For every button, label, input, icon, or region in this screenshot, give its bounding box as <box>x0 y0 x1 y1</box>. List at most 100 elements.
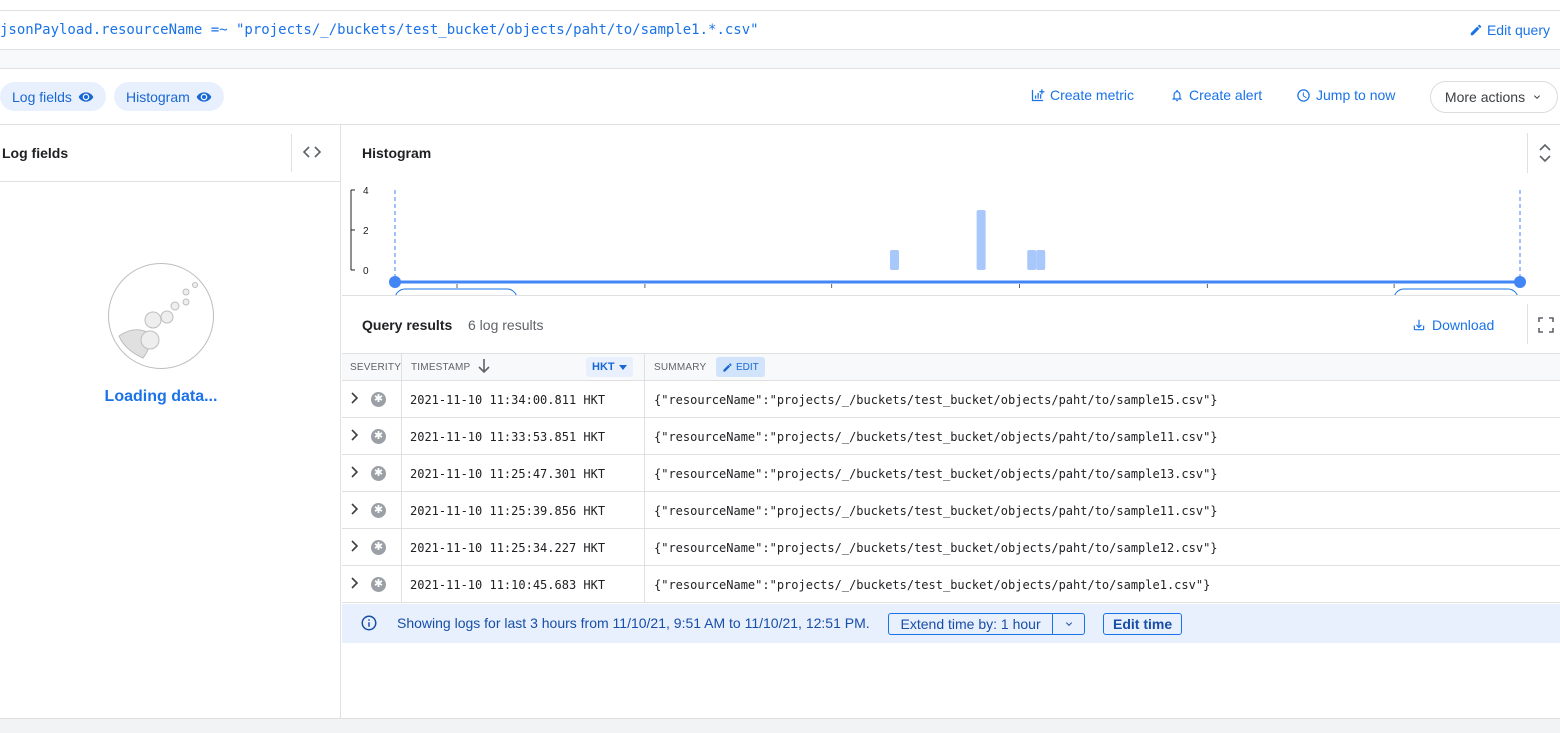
bell-icon <box>1172 89 1182 101</box>
collapse-panel-icon[interactable] <box>302 145 322 162</box>
eye-icon <box>78 91 94 102</box>
table-row[interactable]: ✱ 2021-11-10 11:10:45.683 HKT {"resource… <box>342 566 1560 603</box>
extend-time-dropdown[interactable] <box>1053 614 1084 634</box>
range-start-handle[interactable] <box>389 276 401 288</box>
row-summary: {"resourceName":"projects/_/buckets/test… <box>654 541 1218 555</box>
log-fields-chip[interactable]: Log fields <box>0 82 106 111</box>
extend-time-label[interactable]: Extend time by: 1 hour <box>889 614 1054 634</box>
row-summary: {"resourceName":"projects/_/buckets/test… <box>654 504 1218 518</box>
row-timestamp: 2021-11-10 11:25:39.856 HKT <box>410 504 606 518</box>
divider <box>1527 133 1528 173</box>
results-count: 6 log results <box>468 317 544 333</box>
expand-collapse-icon[interactable] <box>1538 142 1552 169</box>
edit-summary-button[interactable]: EDIT <box>716 357 765 377</box>
histogram-bar <box>976 210 986 270</box>
severity-default-icon: ✱ <box>371 392 386 407</box>
download-icon <box>1413 319 1425 331</box>
caret-down-icon <box>618 364 627 370</box>
edit-query-label: Edit query <box>1486 22 1550 38</box>
timezone-label: HKT <box>592 361 615 373</box>
create-metric-button[interactable]: Create metric <box>1030 87 1134 103</box>
metric-icon <box>1031 88 1045 101</box>
severity-default-icon: ✱ <box>371 503 386 518</box>
row-timestamp: 2021-11-10 11:10:45.683 HKT <box>410 578 606 592</box>
y-tick-label: 4 <box>363 186 369 197</box>
y-tick-label: 2 <box>363 226 369 237</box>
sort-descending-icon[interactable] <box>477 358 491 374</box>
extend-time-button[interactable]: Extend time by: 1 hour <box>888 613 1085 635</box>
histogram-svg[interactable]: 4 2 0 <box>342 182 1560 296</box>
divider <box>1527 304 1528 344</box>
table-row[interactable]: ✱ 2021-11-10 11:25:47.301 HKT {"resource… <box>342 455 1560 492</box>
histogram-title: Histogram <box>362 145 432 161</box>
download-label: Download <box>1432 317 1495 333</box>
severity-default-icon: ✱ <box>371 466 386 481</box>
query-resize-gutter[interactable] <box>0 50 1560 69</box>
query-text[interactable]: jsonPayload.resourceName =~ "projects/_/… <box>0 22 759 38</box>
table-row[interactable]: ✱ 2021-11-10 11:25:34.227 HKT {"resource… <box>342 529 1560 566</box>
y-tick-label: 0 <box>363 266 369 277</box>
column-divider <box>401 418 402 454</box>
more-actions-label: More actions <box>1444 89 1526 105</box>
severity-column-header[interactable]: SEVERITY <box>350 362 401 373</box>
histogram-chip[interactable]: Histogram <box>114 82 224 111</box>
clock-icon <box>1297 88 1310 102</box>
histogram-chart[interactable]: 4 2 0 <box>342 182 1560 296</box>
row-summary: {"resourceName":"projects/_/buckets/test… <box>654 467 1218 481</box>
table-row[interactable]: ✱ 2021-11-10 11:25:39.856 HKT {"resource… <box>342 492 1560 529</box>
column-divider[interactable] <box>644 354 645 381</box>
bottom-bar <box>0 718 1560 733</box>
create-alert-label: Create alert <box>1189 87 1263 103</box>
chevron-right-icon[interactable] <box>350 539 360 553</box>
time-range-text: Showing logs for last 3 hours from 11/10… <box>397 615 870 631</box>
log-fields-title: Log fields <box>2 145 69 161</box>
column-divider <box>401 566 402 602</box>
histogram-bar <box>1036 250 1046 270</box>
column-divider[interactable] <box>401 354 402 381</box>
more-actions-button[interactable]: More actions <box>1430 81 1558 113</box>
row-summary: {"resourceName":"projects/_/buckets/test… <box>654 430 1218 444</box>
row-timestamp: 2021-11-10 11:25:34.227 HKT <box>410 541 606 555</box>
table-row[interactable]: ✱ 2021-11-10 11:34:00.811 HKT {"resource… <box>342 381 1560 418</box>
histogram-bar <box>1027 250 1037 270</box>
timezone-selector[interactable]: HKT <box>586 357 633 377</box>
table-row[interactable]: ✱ 2021-11-10 11:33:53.851 HKT {"resource… <box>342 418 1560 455</box>
edit-summary-label: EDIT <box>736 361 759 373</box>
log-fields-panel: Log fields Loading data... <box>0 125 341 718</box>
pencil-icon <box>1470 24 1482 36</box>
chip-label: Histogram <box>126 88 190 105</box>
fullscreen-icon[interactable] <box>1538 317 1554 338</box>
chevron-right-icon[interactable] <box>350 502 360 516</box>
column-divider <box>401 492 402 528</box>
loading-label: Loading data... <box>104 388 218 405</box>
severity-default-icon: ✱ <box>371 577 386 592</box>
row-timestamp: 2021-11-10 11:34:00.811 HKT <box>410 393 606 407</box>
chevron-right-icon[interactable] <box>350 428 360 442</box>
chevron-right-icon[interactable] <box>350 465 360 479</box>
create-alert-button[interactable]: Create alert <box>1170 87 1262 103</box>
edit-time-button[interactable]: Edit time <box>1103 613 1183 635</box>
pencil-icon <box>723 362 732 372</box>
column-divider <box>401 529 402 565</box>
column-divider <box>401 381 402 417</box>
column-divider <box>644 381 645 417</box>
column-divider <box>644 455 645 491</box>
edit-query-button[interactable]: Edit query <box>1469 22 1550 38</box>
loading-illustration-icon <box>108 263 214 369</box>
column-divider <box>644 529 645 565</box>
column-divider <box>644 418 645 454</box>
chevron-right-icon[interactable] <box>350 576 360 590</box>
summary-column-header[interactable]: SUMMARY <box>654 362 706 373</box>
query-results-header: Query results 6 log results Download <box>342 296 1560 353</box>
timestamp-column-header[interactable]: TIMESTAMP <box>411 362 470 373</box>
download-button[interactable]: Download <box>1412 317 1494 333</box>
row-summary: {"resourceName":"projects/_/buckets/test… <box>654 393 1218 407</box>
row-summary: {"resourceName":"projects/_/buckets/test… <box>654 578 1211 592</box>
jump-to-now-button[interactable]: Jump to now <box>1296 87 1395 103</box>
query-editor[interactable]: jsonPayload.resourceName =~ "projects/_/… <box>0 10 1560 50</box>
range-end-handle[interactable] <box>1514 276 1526 288</box>
query-results-title: Query results <box>362 317 453 333</box>
info-icon <box>361 615 377 631</box>
chevron-right-icon[interactable] <box>350 391 360 405</box>
time-range-banner: Showing logs for last 3 hours from 11/10… <box>342 604 1560 643</box>
